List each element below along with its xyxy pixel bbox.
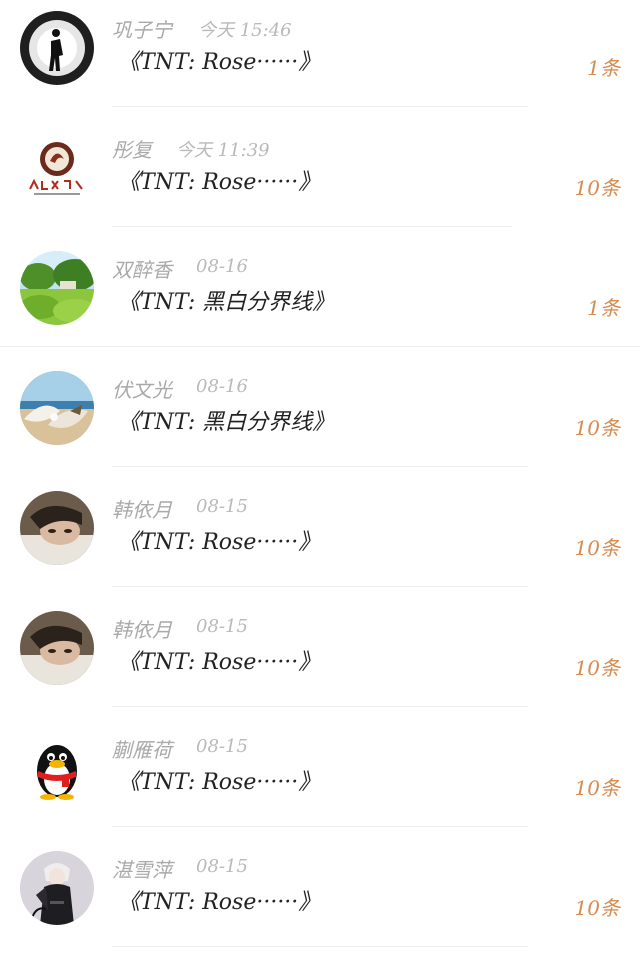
- sender-name: 巩子宁: [112, 18, 172, 42]
- list-item[interactable]: 蒯雁荷 08-15 《TNT: Rose······》 10条: [0, 720, 640, 840]
- message-count: 10条: [574, 176, 620, 200]
- message-title: 《TNT: Rose······》: [118, 530, 321, 555]
- sender-name: 彤复: [112, 138, 152, 162]
- message-time: 08-15: [196, 496, 248, 517]
- divider: [112, 466, 528, 467]
- message-title: 《TNT: Rose······》: [118, 890, 321, 915]
- message-count: 10条: [574, 896, 620, 920]
- message-count: 1条: [587, 56, 620, 80]
- message-count: 10条: [574, 776, 620, 800]
- message-title: 《TNT: Rose······》: [118, 50, 321, 75]
- message-time: 今天 15:46: [198, 20, 292, 41]
- message-count: 10条: [574, 416, 620, 440]
- portrait-avatar[interactable]: [20, 611, 94, 685]
- sender-name: 伏文光: [112, 378, 172, 402]
- character-avatar[interactable]: [20, 851, 94, 925]
- list-item[interactable]: 彤复 今天 11:39 《TNT: Rose······》 10条: [0, 120, 640, 240]
- divider: [0, 346, 640, 347]
- message-title: 《TNT: 黑白分界线》: [118, 410, 335, 435]
- message-title: 《TNT: Rose······》: [118, 770, 321, 795]
- divider: [112, 226, 512, 227]
- message-title: 《TNT: Rose······》: [118, 650, 321, 675]
- message-count: 10条: [574, 656, 620, 680]
- divider: [112, 946, 528, 947]
- sender-name: 蒯雁荷: [112, 738, 172, 762]
- logo-avatar[interactable]: [20, 131, 94, 205]
- message-time: 今天 11:39: [176, 140, 270, 161]
- list-item[interactable]: 巩子宁 今天 15:46 《TNT: Rose······》 1条: [0, 0, 640, 120]
- message-time: 08-16: [196, 376, 248, 397]
- message-time: 08-16: [196, 256, 248, 277]
- list-item[interactable]: 韩依月 08-15 《TNT: Rose······》 10条: [0, 480, 640, 600]
- message-time: 08-15: [196, 616, 248, 637]
- divider: [112, 706, 528, 707]
- message-title: 《TNT: 黑白分界线》: [118, 290, 335, 315]
- landscape-avatar[interactable]: [20, 251, 94, 325]
- message-title: 《TNT: Rose······》: [118, 170, 321, 195]
- sender-name: 双醉香: [112, 258, 172, 282]
- list-item[interactable]: 韩依月 08-15 《TNT: Rose······》 10条: [0, 600, 640, 720]
- list-item[interactable]: 双醉香 08-16 《TNT: 黑白分界线》 1条: [0, 240, 640, 360]
- message-time: 08-15: [196, 736, 248, 757]
- sender-name: 韩依月: [112, 498, 172, 522]
- message-list: 巩子宁 今天 15:46 《TNT: Rose······》 1条 彤复 今天 …: [0, 0, 640, 954]
- portrait-avatar[interactable]: [20, 491, 94, 565]
- penguin-avatar[interactable]: [20, 731, 94, 805]
- list-item[interactable]: 湛雪萍 08-15 《TNT: Rose······》 10条: [0, 840, 640, 960]
- silhouette-avatar[interactable]: [20, 11, 94, 85]
- sender-name: 韩依月: [112, 618, 172, 642]
- sender-name: 湛雪萍: [112, 858, 172, 882]
- message-count: 1条: [587, 296, 620, 320]
- list-item[interactable]: 伏文光 08-16 《TNT: 黑白分界线》 10条: [0, 360, 640, 480]
- divider: [112, 826, 528, 827]
- message-time: 08-15: [196, 856, 248, 877]
- divider: [112, 106, 528, 107]
- shell-avatar[interactable]: [20, 371, 94, 445]
- divider: [112, 586, 528, 587]
- message-count: 10条: [574, 536, 620, 560]
